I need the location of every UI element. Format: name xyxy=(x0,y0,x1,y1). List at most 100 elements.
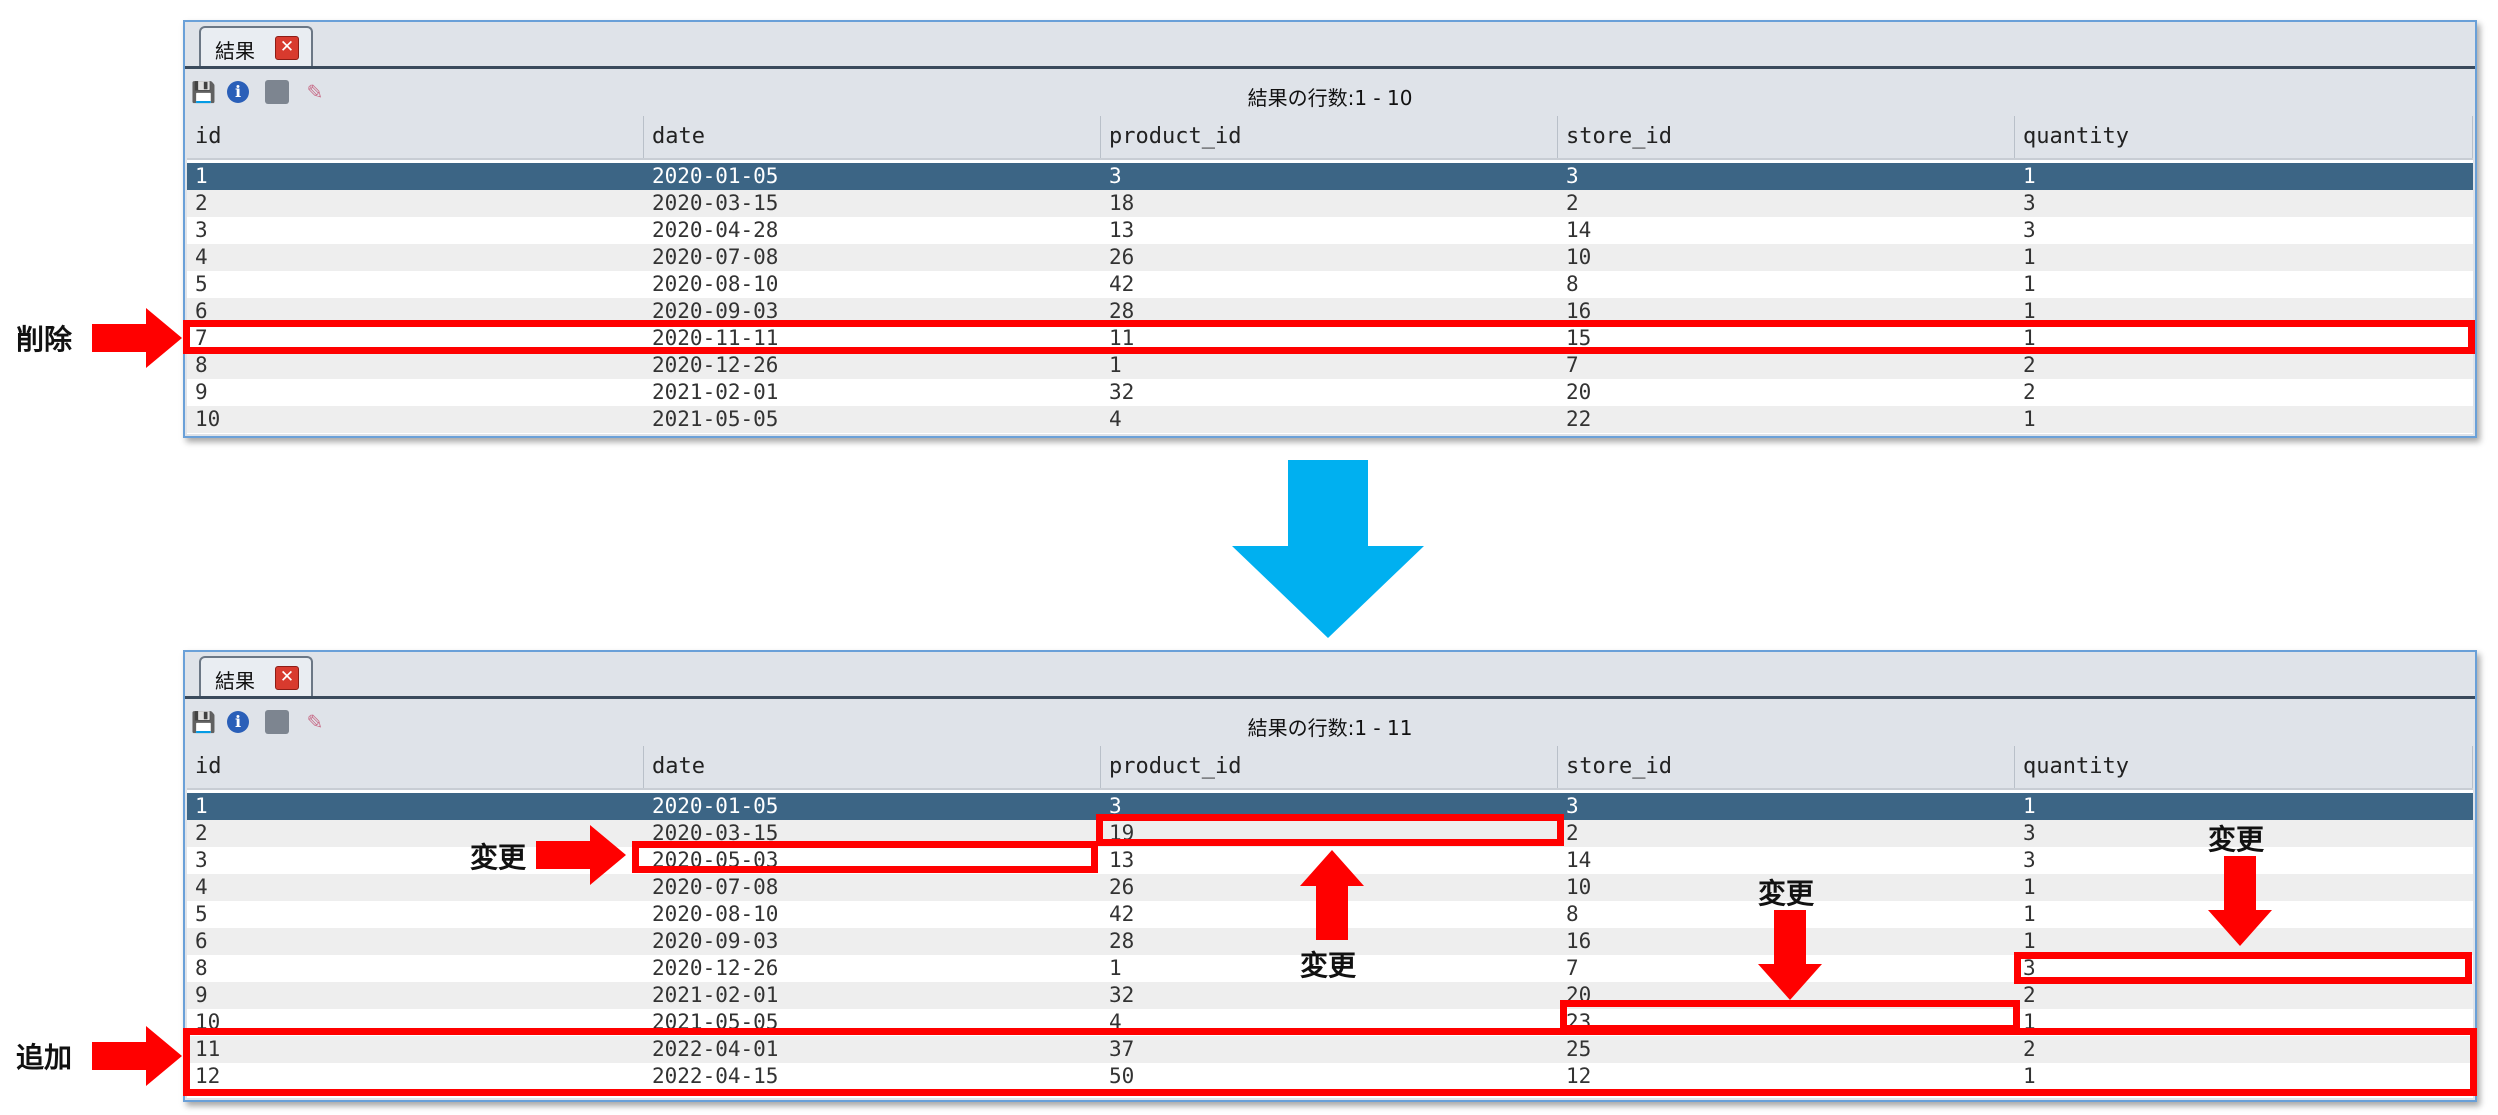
cell-date[interactable]: 2021-02-01 xyxy=(644,982,1101,1009)
cell-quantity[interactable]: 2 xyxy=(2015,352,2473,379)
cell-id[interactable]: 1 xyxy=(187,163,644,190)
cell-quantity[interactable]: 1 xyxy=(2015,325,2473,352)
cell-id[interactable]: 9 xyxy=(187,379,644,406)
table-row[interactable]: 10 2021-05-05 4 22 1 xyxy=(187,406,2473,433)
column-header-product-id[interactable]: product_id xyxy=(1101,746,1558,788)
cell-quantity[interactable]: 1 xyxy=(2015,793,2473,820)
cell-product-id[interactable]: 11 xyxy=(1101,325,1558,352)
cell-quantity[interactable]: 1 xyxy=(2015,406,2473,433)
cell-date[interactable]: 2020-07-08 xyxy=(644,874,1101,901)
column-header-store-id[interactable]: store_id xyxy=(1558,116,2015,158)
cell-id[interactable]: 9 xyxy=(187,982,644,1009)
cell-product-id[interactable]: 28 xyxy=(1101,298,1558,325)
table-row[interactable]: 11 2022-04-01 37 25 2 xyxy=(187,1036,2473,1063)
cell-id[interactable]: 10 xyxy=(187,1009,644,1036)
cell-store-id[interactable]: 2 xyxy=(1558,190,2015,217)
cell-date[interactable]: 2020-03-15 xyxy=(644,190,1101,217)
cell-quantity[interactable]: 1 xyxy=(2015,163,2473,190)
cell-id[interactable]: 11 xyxy=(187,1036,644,1063)
cell-store-id[interactable]: 12 xyxy=(1558,1063,2015,1090)
cell-quantity[interactable]: 3 xyxy=(2015,190,2473,217)
tab-results[interactable]: 結果 ✕ xyxy=(199,656,313,696)
cell-date[interactable]: 2022-04-01 xyxy=(644,1036,1101,1063)
cell-date[interactable]: 2021-05-05 xyxy=(644,406,1101,433)
cell-product-id[interactable]: 4 xyxy=(1101,1009,1558,1036)
cell-product-id[interactable]: 32 xyxy=(1101,379,1558,406)
table-row[interactable]: 8 2020-12-26 1 7 2 xyxy=(187,352,2473,379)
cell-id[interactable]: 8 xyxy=(187,955,644,982)
cell-product-id[interactable]: 18 xyxy=(1101,190,1558,217)
column-header-id[interactable]: id xyxy=(187,746,644,788)
cell-store-id[interactable]: 3 xyxy=(1558,793,2015,820)
cell-quantity[interactable]: 2 xyxy=(2015,1036,2473,1063)
column-header-date[interactable]: date xyxy=(644,746,1101,788)
cell-id[interactable]: 2 xyxy=(187,190,644,217)
table-row[interactable]: 12 2022-04-15 50 12 1 xyxy=(187,1063,2473,1090)
column-header-id[interactable]: id xyxy=(187,116,644,158)
cell-product-id[interactable]: 26 xyxy=(1101,244,1558,271)
cell-quantity[interactable]: 2 xyxy=(2015,379,2473,406)
cell-date[interactable]: 2020-09-03 xyxy=(644,298,1101,325)
cell-date[interactable]: 2022-04-15 xyxy=(644,1063,1101,1090)
cell-quantity[interactable]: 1 xyxy=(2015,244,2473,271)
cell-date[interactable]: 2020-07-08 xyxy=(644,244,1101,271)
table-row[interactable]: 1 2020-01-05 3 3 1 xyxy=(187,793,2473,820)
table-row[interactable]: 9 2021-02-01 32 20 2 xyxy=(187,379,2473,406)
cell-date[interactable]: 2020-01-05 xyxy=(644,163,1101,190)
cell-id[interactable]: 4 xyxy=(187,244,644,271)
cell-store-id[interactable]: 22 xyxy=(1558,406,2015,433)
cell-quantity[interactable]: 3 xyxy=(2015,217,2473,244)
cell-quantity[interactable]: 1 xyxy=(2015,298,2473,325)
table-row[interactable]: 2 2020-03-15 18 2 3 xyxy=(187,190,2473,217)
cell-date[interactable]: 2020-12-26 xyxy=(644,955,1101,982)
cell-product-id[interactable]: 19 xyxy=(1101,820,1558,847)
cell-product-id[interactable]: 50 xyxy=(1101,1063,1558,1090)
cell-date[interactable]: 2021-02-01 xyxy=(644,379,1101,406)
cell-date[interactable]: 2020-09-03 xyxy=(644,928,1101,955)
cell-quantity[interactable]: 1 xyxy=(2015,271,2473,298)
close-icon[interactable]: ✕ xyxy=(275,666,299,690)
table-row[interactable]: 5 2020-08-10 42 8 1 xyxy=(187,271,2473,298)
result-grid[interactable]: id date product_id store_id quantity 1 2020-01… xyxy=(187,116,2473,434)
cell-store-id[interactable]: 10 xyxy=(1558,244,2015,271)
cell-product-id[interactable]: 32 xyxy=(1101,982,1558,1009)
tab-results[interactable]: 結果 ✕ xyxy=(199,26,313,66)
cell-product-id[interactable]: 1 xyxy=(1101,352,1558,379)
cell-id[interactable]: 5 xyxy=(187,271,644,298)
cell-id[interactable]: 6 xyxy=(187,928,644,955)
column-header-date[interactable]: date xyxy=(644,116,1101,158)
cell-date[interactable]: 2020-11-11 xyxy=(644,325,1101,352)
cell-id[interactable]: 10 xyxy=(187,406,644,433)
cell-date[interactable]: 2020-03-15 xyxy=(644,820,1101,847)
cell-product-id[interactable]: 13 xyxy=(1101,217,1558,244)
cell-id[interactable]: 8 xyxy=(187,352,644,379)
cell-id[interactable]: 12 xyxy=(187,1063,644,1090)
cell-product-id[interactable]: 4 xyxy=(1101,406,1558,433)
cell-id[interactable]: 1 xyxy=(187,793,644,820)
cell-store-id[interactable]: 23 xyxy=(1558,1009,2015,1036)
table-row[interactable]: 7 2020-11-11 11 15 1 xyxy=(187,325,2473,352)
cell-quantity[interactable]: 1 xyxy=(2015,1063,2473,1090)
cell-date[interactable]: 2020-08-10 xyxy=(644,271,1101,298)
cell-id[interactable]: 3 xyxy=(187,217,644,244)
table-row[interactable]: 9 2021-02-01 32 20 2 xyxy=(187,982,2473,1009)
cell-store-id[interactable]: 20 xyxy=(1558,379,2015,406)
close-icon[interactable]: ✕ xyxy=(275,36,299,60)
table-row[interactable]: 4 2020-07-08 26 10 1 xyxy=(187,244,2473,271)
column-header-product-id[interactable]: product_id xyxy=(1101,116,1558,158)
cell-product-id[interactable]: 42 xyxy=(1101,271,1558,298)
cell-id[interactable]: 6 xyxy=(187,298,644,325)
cell-store-id[interactable]: 3 xyxy=(1558,163,2015,190)
cell-store-id[interactable]: 2 xyxy=(1558,820,2015,847)
cell-product-id[interactable]: 3 xyxy=(1101,793,1558,820)
cell-store-id[interactable]: 16 xyxy=(1558,298,2015,325)
column-header-quantity[interactable]: quantity xyxy=(2015,116,2473,158)
cell-id[interactable]: 7 xyxy=(187,325,644,352)
cell-quantity[interactable]: 3 xyxy=(2015,955,2473,982)
cell-store-id[interactable]: 8 xyxy=(1558,271,2015,298)
cell-store-id[interactable]: 14 xyxy=(1558,847,2015,874)
cell-date[interactable]: 2020-05-03 xyxy=(644,847,1101,874)
cell-date[interactable]: 2021-05-05 xyxy=(644,1009,1101,1036)
cell-store-id[interactable]: 7 xyxy=(1558,352,2015,379)
column-header-store-id[interactable]: store_id xyxy=(1558,746,2015,788)
